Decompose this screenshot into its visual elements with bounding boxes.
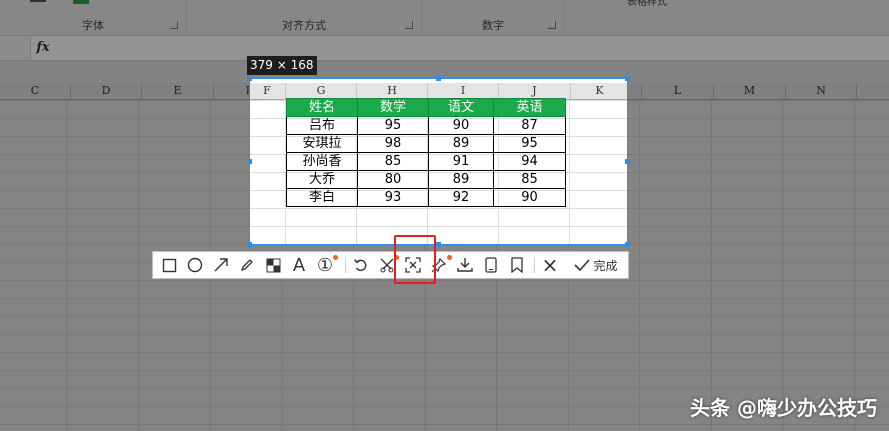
resize-handle-top-right[interactable] xyxy=(625,76,630,81)
pen-tool-button[interactable] xyxy=(235,252,259,278)
ellipse-icon xyxy=(187,257,203,273)
check-icon xyxy=(574,259,591,272)
toolbar-divider xyxy=(534,257,535,273)
close-button[interactable]: × xyxy=(538,252,562,278)
mosaic-icon xyxy=(266,258,280,272)
resize-handle-bottom-right[interactable] xyxy=(625,242,630,247)
resize-handle-top[interactable] xyxy=(436,76,441,81)
ellipse-tool-button[interactable] xyxy=(183,252,207,278)
rectangle-icon xyxy=(162,258,176,272)
send-to-phone-button[interactable] xyxy=(479,252,503,278)
mosaic-tool-button[interactable] xyxy=(261,252,285,278)
number-tool-badge xyxy=(333,255,338,260)
pin-tool-badge xyxy=(447,255,452,260)
watermark: 头条 @嗨少办公技巧 xyxy=(690,396,877,420)
toolbar-divider xyxy=(345,257,346,273)
bookmark-button[interactable] xyxy=(505,252,529,278)
pen-icon xyxy=(240,259,253,272)
download-icon xyxy=(457,258,473,272)
rectangle-tool-button[interactable] xyxy=(157,252,181,278)
undo-icon xyxy=(353,259,367,272)
done-label: 完成 xyxy=(593,258,618,273)
resize-handle-bottom-left[interactable] xyxy=(247,242,252,247)
selection-frame[interactable] xyxy=(247,76,630,247)
highlight-box xyxy=(394,235,436,284)
selection-size-label: 379 × 168 xyxy=(247,56,317,75)
arrow-icon xyxy=(214,258,228,272)
resize-handle-bottom[interactable] xyxy=(436,242,441,247)
undo-button[interactable] xyxy=(349,252,373,278)
screenshot-toolbar: A ① × 完成 xyxy=(152,251,629,279)
phone-icon xyxy=(485,257,497,273)
arrow-tool-button[interactable] xyxy=(209,252,233,278)
save-button[interactable] xyxy=(453,252,477,278)
resize-handle-right[interactable] xyxy=(625,159,630,164)
resize-handle-left[interactable] xyxy=(247,159,252,164)
resize-handle-top-left[interactable] xyxy=(247,76,252,81)
cut-icon xyxy=(380,258,394,273)
bookmark-icon xyxy=(511,257,523,273)
done-button[interactable]: 完成 xyxy=(567,252,625,278)
text-tool-button[interactable]: A xyxy=(287,252,311,278)
